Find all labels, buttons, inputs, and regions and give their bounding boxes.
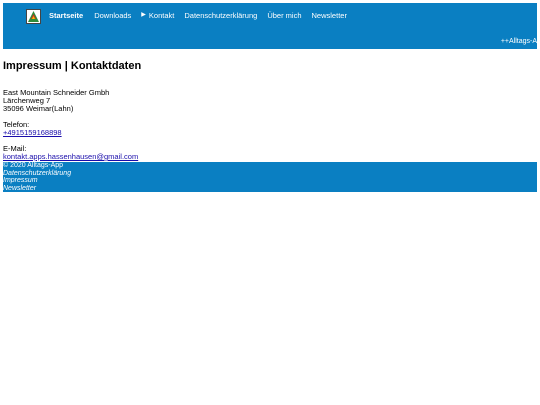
- site-logo-icon[interactable]: [26, 9, 41, 24]
- phone-link[interactable]: +4915159168898: [3, 128, 62, 137]
- nav-item-kontakt[interactable]: ▶ Kontakt: [141, 11, 174, 20]
- main-content: Impressum | Kontaktdaten East Mountain S…: [3, 59, 537, 161]
- nav-item-downloads[interactable]: Downloads: [94, 11, 131, 20]
- site-header: Startseite Downloads ▶ Kontakt Datenschu…: [3, 3, 537, 49]
- address-block: East Mountain Schneider Gmbh Lärchenweg …: [3, 89, 537, 113]
- site-footer: © 2020 Alltags-App Datenschutzerklärung …: [3, 162, 537, 192]
- page-title: Impressum | Kontaktdaten: [3, 60, 142, 72]
- email-link[interactable]: kontakt.apps.hassenhausen@gmail.com: [3, 152, 138, 161]
- nav-item-startseite[interactable]: Startseite: [49, 11, 83, 20]
- email-block: E-Mail: kontakt.apps.hassenhausen@gmail.…: [3, 145, 537, 161]
- caret-right-icon: ▶: [141, 12, 146, 18]
- nav-item-datenschutz[interactable]: Datenschutzerklärung: [184, 11, 257, 20]
- phone-block: Telefon: +4915159168898: [3, 121, 537, 137]
- phone-label: Telefon:: [3, 120, 30, 129]
- nav-item-newsletter[interactable]: Newsletter: [312, 11, 347, 20]
- company-name: East Mountain Schneider Gmbh: [3, 88, 110, 97]
- nav-item-kontakt-label: Kontakt: [148, 11, 175, 20]
- city-address: 35096 Weimar(Lahn): [3, 104, 74, 113]
- news-ticker: ++Alltags-A: [500, 38, 537, 45]
- street-address: Lärchenweg 7: [3, 96, 51, 105]
- footer-copyright: © 2020 Alltags-App: [3, 162, 64, 169]
- footer-link-impressum[interactable]: Impressum: [3, 177, 537, 185]
- main-nav: Startseite Downloads ▶ Kontakt Datenschu…: [49, 11, 357, 20]
- footer-link-datenschutz[interactable]: Datenschutzerklärung: [3, 170, 537, 178]
- footer-link-newsletter[interactable]: Newsletter: [3, 185, 537, 193]
- nav-item-ueber-mich[interactable]: Über mich: [267, 11, 301, 20]
